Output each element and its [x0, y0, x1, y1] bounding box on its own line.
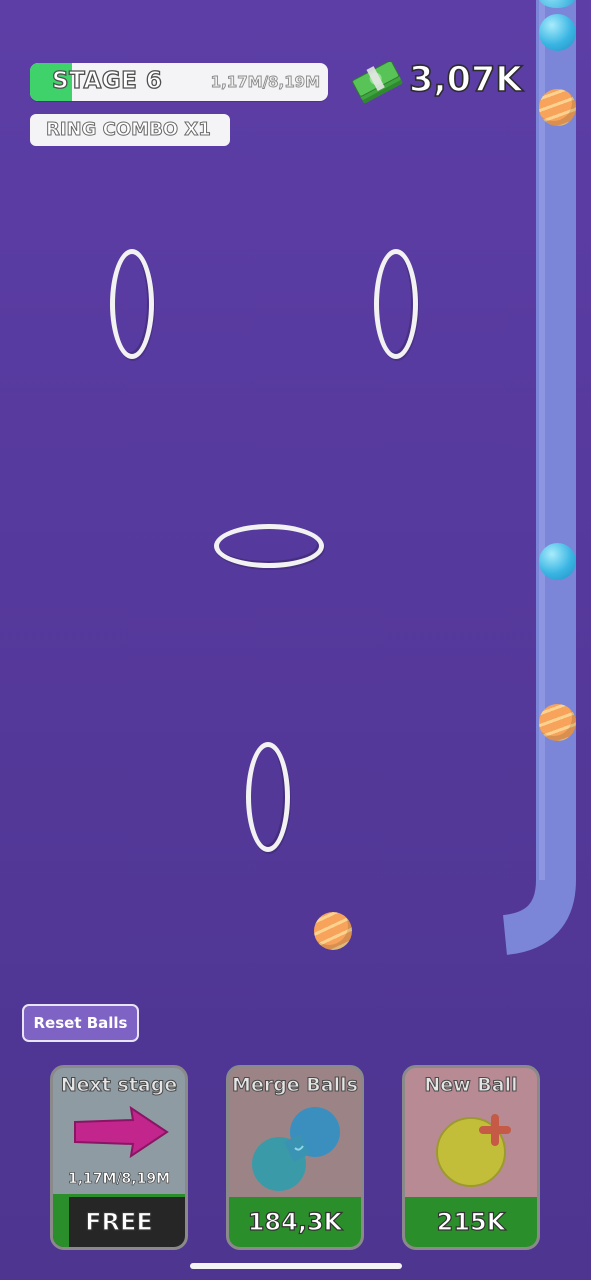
- card-title: Merge Balls: [232, 1074, 359, 1097]
- money-value: 3,07K: [408, 59, 523, 101]
- card-title: New Ball: [424, 1074, 518, 1097]
- ball-tube: [502, 0, 576, 955]
- ring: [246, 742, 290, 852]
- ball-orange: [539, 704, 576, 741]
- card-price: 215K: [405, 1197, 537, 1247]
- merge-balls-icon: [252, 1107, 340, 1191]
- next-stage-card[interactable]: Next stage 1,17M/8,19M FREE: [50, 1065, 188, 1250]
- card-price: FREE: [53, 1194, 185, 1247]
- ring: [214, 524, 324, 568]
- ring: [374, 249, 418, 359]
- add-ball-icon: [436, 1114, 511, 1187]
- ring-combo-badge: RING COMBO X1: [30, 114, 230, 146]
- cash-stack-icon: [352, 62, 403, 104]
- stage-label: STAGE 6: [51, 67, 163, 94]
- home-indicator: [190, 1263, 402, 1269]
- ring: [110, 249, 154, 359]
- price-accent: [53, 1197, 69, 1247]
- stage-progress-text: 1,17M/8,19M: [210, 73, 320, 92]
- new-ball-card[interactable]: New Ball 215K: [402, 1065, 540, 1250]
- stage-progress-bar: STAGE 6 1,17M/8,19M: [30, 63, 328, 101]
- ball-blue: [539, 14, 576, 51]
- ball-blue: [539, 543, 576, 580]
- reset-balls-button[interactable]: Reset Balls: [22, 1004, 139, 1042]
- ball-orange: [314, 912, 352, 950]
- ring-combo-label: RING COMBO X1: [46, 119, 212, 141]
- arrow-right-icon: [74, 1106, 169, 1158]
- card-title: Next stage: [60, 1074, 178, 1097]
- card-subtitle: 1,17M/8,19M: [67, 1171, 171, 1188]
- merge-balls-card[interactable]: Merge Balls 184,3K: [226, 1065, 364, 1250]
- card-price: 184,3K: [229, 1197, 361, 1247]
- ball-orange: [539, 89, 576, 126]
